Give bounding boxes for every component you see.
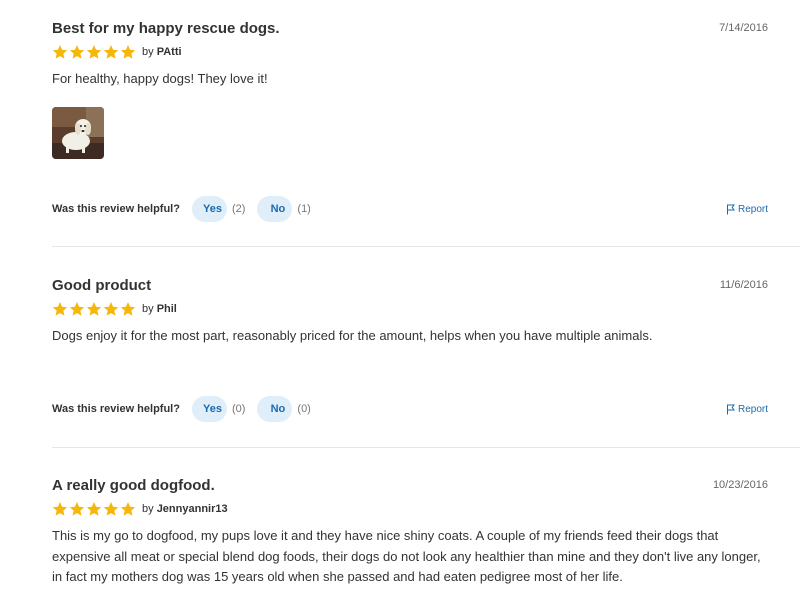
star-icon: [86, 45, 102, 59]
review-date: 11/6/2016: [719, 279, 768, 291]
review-card: Best for my happy rescue dogs. 7/14/2016…: [52, 20, 768, 222]
review-body: Dogs enjoy it for the most part, reasona…: [52, 328, 653, 343]
star-icon: [120, 302, 136, 316]
review-title: Best for my happy rescue dogs.: [52, 20, 280, 37]
vote-no-button[interactable]: No: [257, 196, 293, 222]
star-icon: [69, 302, 85, 316]
star-icon: [120, 45, 136, 59]
no-count: (1): [297, 203, 311, 215]
review-author: Phil: [156, 303, 177, 315]
review-date: 10/23/2016: [712, 479, 768, 491]
review-date: 7/14/2016: [719, 22, 768, 34]
helpful-vote-row: Was this review helpful? Yes (2) No (1) …: [52, 196, 768, 222]
star-icon: [103, 502, 119, 516]
star-rating: [52, 301, 136, 317]
yes-count: (2): [231, 203, 246, 215]
review-card: A really good dogfood. 10/23/2016 by Jen…: [52, 477, 768, 588]
dog-photo-image: [52, 106, 104, 159]
star-icon: [103, 302, 119, 316]
vote-yes-button[interactable]: Yes: [191, 196, 227, 222]
review-author: PAtti: [156, 46, 182, 58]
star-icon: [52, 302, 68, 316]
review-body: This is my go to dogfood, my pups love i…: [52, 528, 761, 584]
helpful-question: Was this review helpful?: [52, 403, 180, 415]
star-icon: [86, 302, 102, 316]
review-body: For healthy, happy dogs! They love it!: [52, 71, 268, 86]
review-card: Good product 11/6/2016 by Phil Dogs enjo…: [52, 277, 768, 422]
review-byline: by Jennyannir13: [142, 503, 228, 515]
star-rating: [52, 44, 136, 60]
review-rating: by Phil: [52, 300, 768, 318]
star-icon: [52, 45, 68, 59]
vote-yes-label: Yes: [202, 403, 222, 415]
vote-yes-label: Yes: [202, 203, 222, 215]
star-rating: [52, 501, 136, 517]
no-count: (0): [297, 403, 311, 415]
review-title: A really good dogfood.: [52, 477, 215, 494]
by-label: by: [142, 503, 154, 515]
star-icon: [120, 502, 136, 516]
review-byline: by Phil: [142, 303, 177, 315]
yes-count: (0): [231, 403, 246, 415]
report-label: Report: [737, 403, 768, 415]
helpful-vote-row: Was this review helpful? Yes (0) No (0) …: [52, 396, 768, 422]
review-photo-thumbnail[interactable]: [52, 106, 104, 159]
by-label: by: [142, 46, 154, 58]
flag-icon: [726, 404, 735, 414]
report-link[interactable]: Report: [726, 404, 768, 415]
vote-no-label: No: [270, 403, 286, 415]
review-divider: [52, 447, 800, 448]
review-divider: [52, 246, 800, 247]
review-rating: by Jennyannir13: [52, 500, 768, 518]
review-byline: by PAtti: [142, 46, 182, 58]
review-rating: by PAtti: [52, 43, 768, 61]
report-label: Report: [737, 203, 768, 215]
star-icon: [52, 502, 68, 516]
helpful-question: Was this review helpful?: [52, 203, 180, 215]
flag-icon: [726, 204, 735, 214]
review-author: Jennyannir13: [156, 503, 228, 515]
vote-no-label: No: [270, 203, 286, 215]
star-icon: [69, 45, 85, 59]
star-icon: [69, 502, 85, 516]
report-link[interactable]: Report: [726, 204, 768, 215]
star-icon: [103, 45, 119, 59]
vote-no-button[interactable]: No: [257, 396, 293, 422]
vote-yes-button[interactable]: Yes: [191, 396, 227, 422]
star-icon: [86, 502, 102, 516]
by-label: by: [142, 303, 154, 315]
review-title: Good product: [52, 277, 152, 294]
